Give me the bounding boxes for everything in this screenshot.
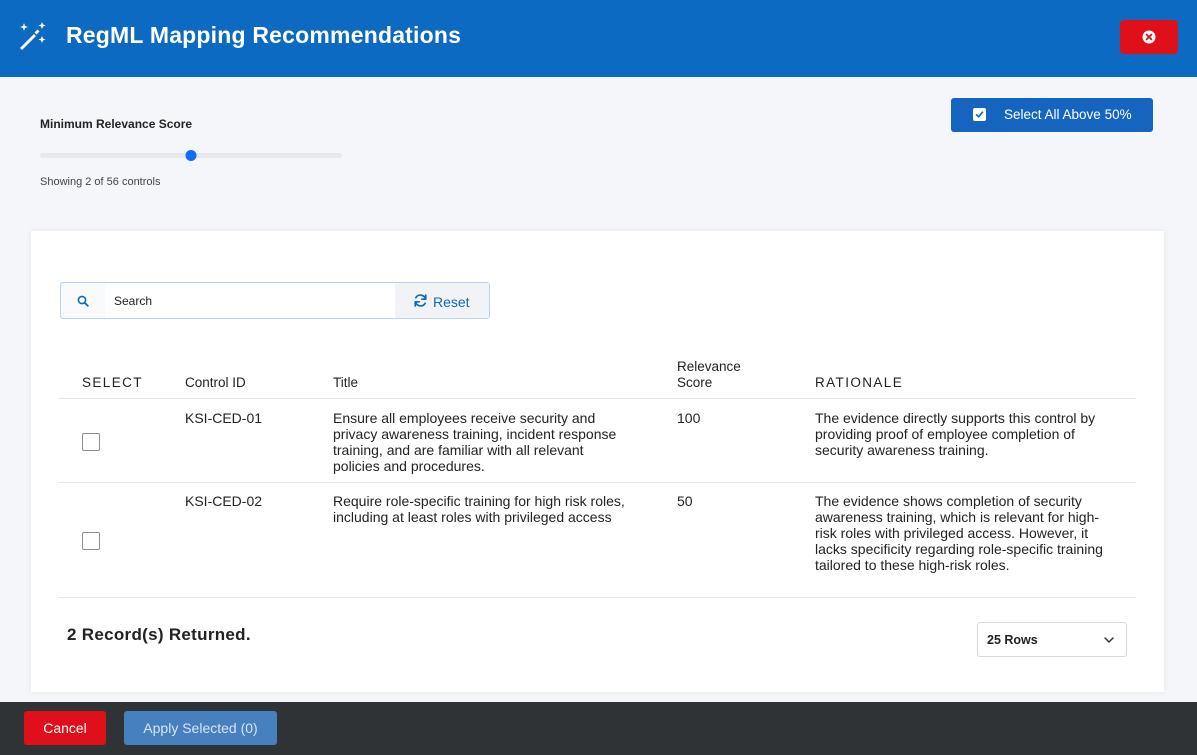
showing-count: Showing 2 of 56 controls [40,176,161,188]
column-header-control-id[interactable]: Control ID [185,375,246,390]
close-button[interactable] [1120,20,1178,54]
search-group: Reset [60,282,490,319]
chevron-down-icon [1104,637,1114,643]
column-header-relevance-line2: Score [677,375,713,390]
apply-selected-button[interactable]: Apply Selected (0) [124,711,277,745]
relevance-score-cell: 50 [677,493,693,509]
select-all-label: Select All Above 50% [1004,107,1132,122]
column-header-select: SELECT [82,375,143,390]
magic-wand-icon [20,22,46,50]
modal-footer: Cancel Apply Selected (0) [0,702,1197,755]
search-icon [61,283,105,318]
slider-label: Minimum Relevance Score [40,117,193,131]
slider-thumb[interactable] [185,150,197,161]
column-header-rationale: RATIONALE [815,375,904,390]
title-cell: Ensure all employees receive security an… [333,410,617,474]
cancel-button[interactable]: Cancel [24,711,106,745]
close-circle-icon [1142,30,1156,44]
row-select-checkbox[interactable] [82,433,100,451]
relevance-slider[interactable] [40,150,342,162]
search-input[interactable] [105,283,395,318]
modal-title: RegML Mapping Recommendations [66,22,462,48]
column-header-relevance-score[interactable]: Relevance Score [677,359,741,391]
column-header-title[interactable]: Title [333,375,358,390]
row-select-checkbox[interactable] [82,532,100,550]
reset-button[interactable]: Reset [395,283,489,318]
rows-per-page-value: 25 Rows [987,633,1038,647]
control-id-cell: KSI-CED-02 [185,493,263,509]
rationale-cell: The evidence directly supports this cont… [815,410,1096,458]
relevance-score-cell: 100 [677,410,701,426]
row-divider [59,597,1136,598]
rationale-cell: The evidence shows completion of securit… [815,493,1103,573]
column-header-relevance-line1: Relevance [677,359,741,374]
refresh-icon [414,294,427,307]
checkbox-checked-icon [973,108,986,121]
select-all-above-button[interactable]: Select All Above 50% [951,98,1153,132]
title-cell: Require role-specific training for high … [333,493,625,525]
reset-label: Reset [433,294,470,310]
row-divider [59,482,1136,483]
rows-per-page-select[interactable]: 25 Rows [977,622,1127,657]
header-divider [59,398,1136,399]
records-count: 2 Record(s) Returned. [67,625,251,644]
control-id-cell: KSI-CED-01 [185,410,263,426]
modal-header: RegML Mapping Recommendations [0,0,1197,77]
results-card: Reset SELECT Control ID Title Relevance … [31,231,1164,692]
